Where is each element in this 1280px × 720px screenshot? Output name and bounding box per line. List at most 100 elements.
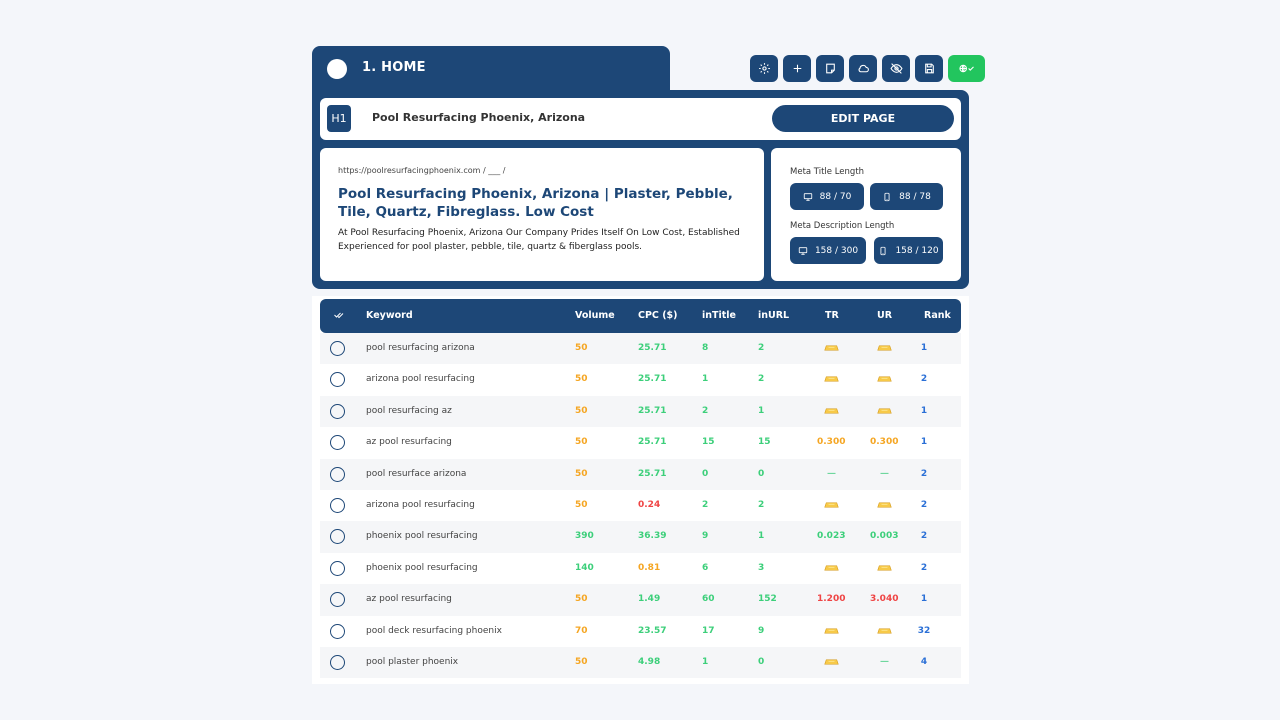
select-all-checkbox[interactable]: [333, 309, 345, 324]
header-volume[interactable]: Volume: [575, 310, 615, 321]
meta-title-desktop: 88 / 70: [790, 183, 864, 210]
note-button[interactable]: [816, 55, 844, 82]
gold-bar-icon: [824, 375, 839, 386]
tr-cell: 0.300: [817, 437, 846, 448]
table-row[interactable]: az pool resurfacing 50 25.71 15 15 0.300 0.300…: [320, 427, 961, 458]
cpc-cell: 25.71: [638, 468, 667, 479]
gold-bar-icon: [877, 344, 892, 355]
row-select-radio[interactable]: [330, 498, 345, 513]
plus-icon: [793, 64, 801, 73]
table-row[interactable]: pool deck resurfacing phoenix 70 23.57 17 9 3…: [320, 616, 961, 647]
keyword-cell: pool resurfacing arizona: [366, 343, 475, 353]
gear-icon: [758, 63, 770, 74]
row-select-radio[interactable]: [330, 372, 345, 388]
inurl-cell: 15: [758, 437, 771, 448]
volume-cell: 50: [575, 468, 588, 479]
table-row[interactable]: pool resurface arizona 50 25.71 0 0 — — 2: [320, 458, 961, 490]
header-cpc[interactable]: CPC ($): [638, 310, 678, 321]
page-title: 1. HOME: [362, 60, 426, 75]
publish-button[interactable]: [948, 55, 985, 82]
page-tab[interactable]: 1. HOME: [312, 46, 670, 96]
header-keyword[interactable]: Keyword: [366, 310, 413, 321]
intitle-cell: 60: [702, 594, 715, 605]
header-intitle[interactable]: inTitle: [702, 310, 736, 321]
keyword-cell: pool plaster phoenix: [366, 657, 459, 667]
cpc-cell: 36.39: [638, 531, 667, 542]
keyword-cell: phoenix pool resurfacing: [366, 562, 478, 573]
row-select-radio[interactable]: [330, 466, 345, 482]
serp-description: At Pool Resurfacing Phoenix, Arizona Our…: [338, 228, 740, 252]
header-tr[interactable]: TR: [825, 310, 839, 321]
table-header: Keyword Volume CPC ($) inTitle inURL TR …: [320, 299, 961, 333]
inurl-cell: 0: [758, 657, 765, 667]
row-select-radio[interactable]: [330, 435, 345, 451]
volume-cell: 390: [575, 531, 594, 542]
visibility-button[interactable]: [882, 55, 910, 82]
settings-button[interactable]: [750, 55, 778, 82]
table-row[interactable]: pool resurfacing az 50 25.71 2 1 1: [320, 395, 961, 428]
intitle-cell: 8: [702, 343, 709, 353]
table-row[interactable]: phoenix pool resurfacing 140 0.81 6 3 2: [320, 553, 961, 584]
table-row[interactable]: pool plaster phoenix 50 4.98 1 0 — 4: [320, 647, 961, 679]
rank-cell: 2: [920, 374, 928, 385]
cpc-cell: 0.24: [638, 500, 661, 510]
row-select-radio[interactable]: [330, 403, 345, 419]
tr-cell: 1.200: [817, 594, 846, 605]
serp-url: https://poolresurfacingphoenix.com / ___…: [338, 166, 506, 175]
inurl-cell: 1: [758, 531, 765, 542]
save-button[interactable]: [915, 55, 943, 82]
inurl-cell: 2: [758, 374, 765, 385]
cloud-button[interactable]: [849, 55, 877, 82]
intitle-cell: 9: [702, 531, 709, 542]
meta-desc-desktop: 158 / 300: [790, 237, 866, 264]
meta-description-label: Meta Description Length: [790, 221, 895, 231]
volume-cell: 70: [575, 625, 588, 636]
row-select-radio[interactable]: [330, 592, 345, 608]
inurl-cell: 9: [758, 625, 765, 636]
toolbar: [750, 55, 985, 82]
rank-cell: 1: [920, 437, 928, 448]
gold-bar-icon: [877, 501, 892, 512]
rank-cell: 2: [920, 562, 928, 573]
edit-page-button[interactable]: EDIT PAGE: [772, 105, 954, 132]
keyword-cell: arizona pool resurfacing: [366, 500, 475, 510]
cpc-cell: 25.71: [638, 437, 667, 448]
table-row[interactable]: pool resurfacing arizona 50 25.71 8 2 1: [320, 333, 961, 365]
row-select-radio[interactable]: [330, 560, 345, 576]
double-check-icon: [334, 312, 344, 319]
cloud-icon: [858, 64, 869, 73]
meta-desc-mobile-value: 158 / 120: [895, 245, 939, 256]
ur-cell: —: [880, 657, 889, 667]
ur-cell: 0.300: [870, 437, 899, 448]
tr-cell: 0.023: [817, 531, 846, 542]
rank-cell: 4: [920, 657, 928, 667]
cpc-cell: 25.71: [638, 405, 667, 416]
ur-cell: 3.040: [870, 594, 899, 605]
intitle-cell: 17: [702, 625, 715, 636]
table-row[interactable]: phoenix pool resurfacing 390 36.39 9 1 0.023 0…: [320, 521, 961, 553]
add-button[interactable]: [783, 55, 811, 82]
table-row[interactable]: arizona pool resurfacing 50 25.71 1 2 2: [320, 364, 961, 395]
row-select-radio[interactable]: [330, 623, 345, 639]
row-select-radio[interactable]: [330, 341, 345, 356]
cpc-cell: 1.49: [638, 594, 661, 605]
keyword-cell: az pool resurfacing: [366, 594, 452, 605]
row-select-radio[interactable]: [330, 655, 345, 670]
table-row[interactable]: arizona pool resurfacing 50 0.24 2 2 2: [320, 490, 961, 521]
intitle-cell: 2: [702, 405, 709, 416]
ur-cell: 0.003: [870, 531, 899, 542]
status-dot[interactable]: [327, 59, 347, 79]
intitle-cell: 1: [702, 657, 709, 667]
rank-cell: 1: [920, 594, 928, 605]
meta-lengths: Meta Title Length 88 / 70 88 / 78 Meta D…: [771, 148, 961, 281]
rank-cell: 2: [920, 500, 928, 510]
row-select-radio[interactable]: [330, 529, 345, 545]
header-ur[interactable]: UR: [877, 310, 892, 321]
header-rank[interactable]: Rank: [924, 310, 951, 321]
meta-title-mobile: 88 / 78: [870, 183, 943, 210]
inurl-cell: 2: [758, 343, 765, 353]
header-inurl[interactable]: inURL: [758, 310, 789, 321]
ur-cell: —: [880, 468, 889, 479]
intitle-cell: 0: [702, 468, 709, 479]
table-row[interactable]: az pool resurfacing 50 1.49 60 152 1.200 3.040…: [320, 584, 961, 616]
